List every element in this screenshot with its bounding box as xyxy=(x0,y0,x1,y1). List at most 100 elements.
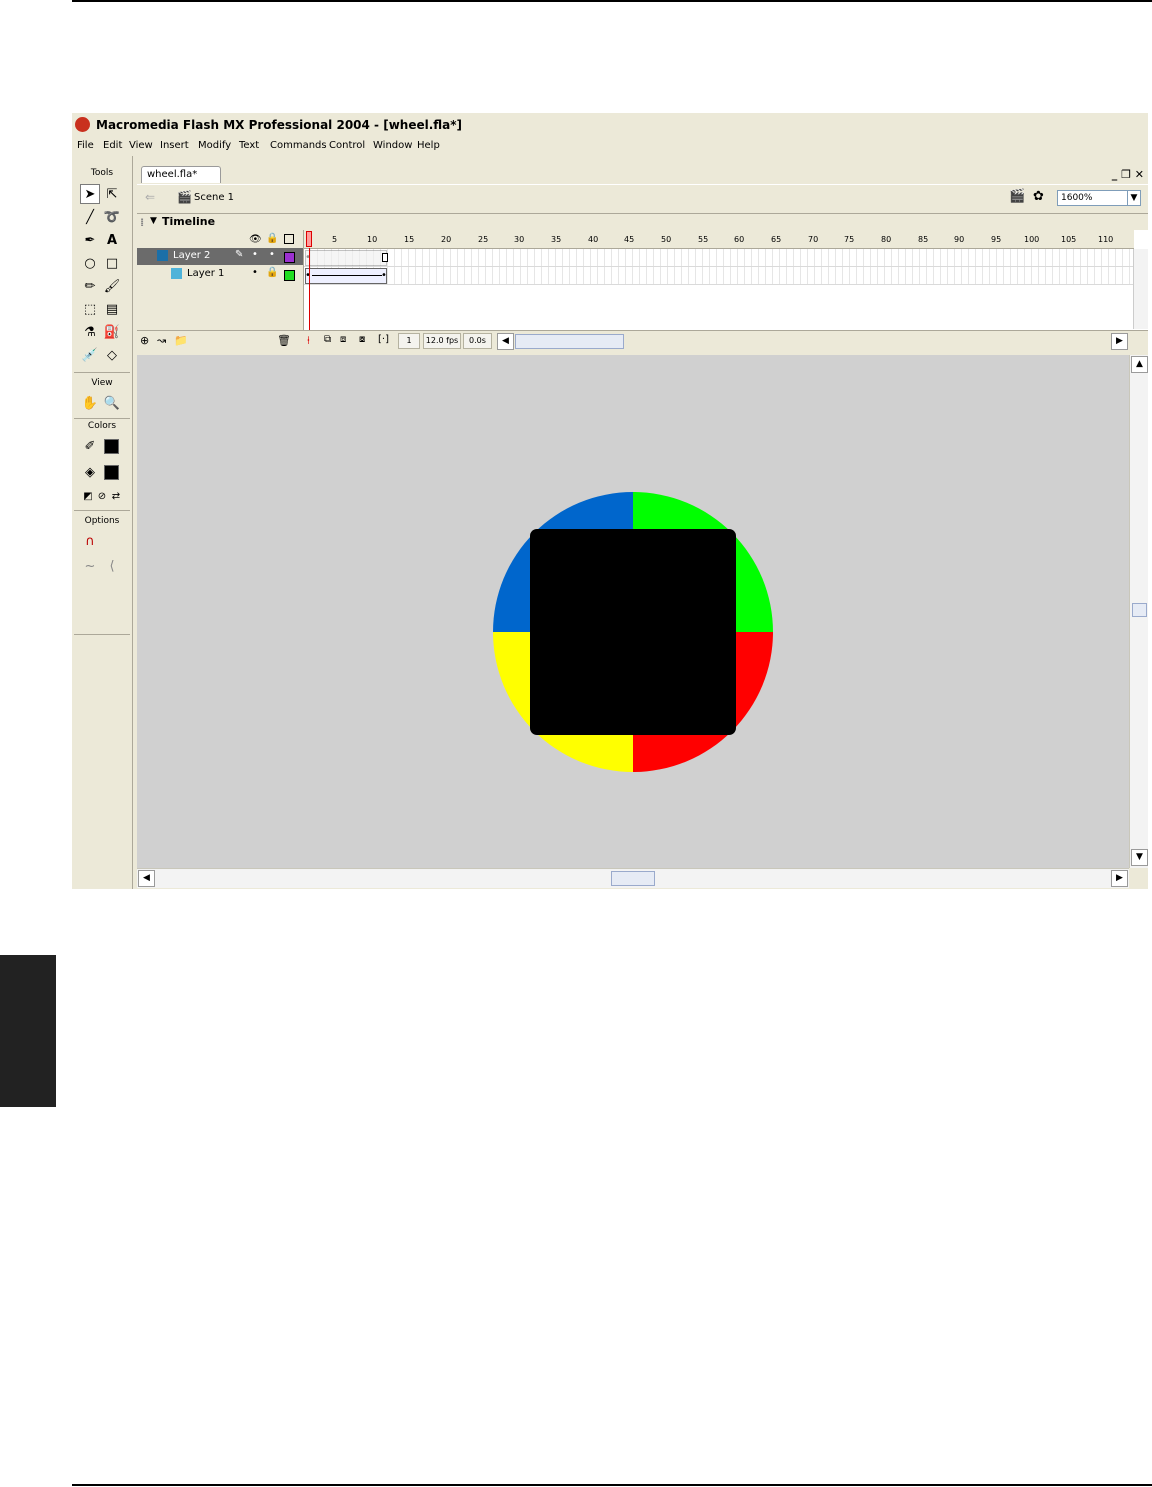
chevron-down-icon[interactable]: ▼ xyxy=(1131,849,1148,866)
eraser-tool-icon[interactable]: ◇ xyxy=(102,345,122,365)
chevron-right-icon[interactable]: ▶ xyxy=(1111,870,1128,887)
collapse-triangle-icon[interactable]: ▼ xyxy=(150,216,157,226)
menu-modify[interactable]: Modify xyxy=(198,140,231,151)
eyedropper-tool-icon[interactable]: 💉 xyxy=(80,345,100,365)
fill-transform-tool-icon[interactable]: ▤ xyxy=(102,299,122,319)
page-side-tab xyxy=(0,955,56,1107)
tools-panel: Tools ➤ ⇱ ╱ ➰ ✒ A ○ □ ✏ 🖌 ⬚ ▤ ⚗ ⛽ 💉 ◇ Vi… xyxy=(72,156,133,889)
menu-window[interactable]: Window xyxy=(373,140,412,151)
insert-folder-icon[interactable]: 📁 xyxy=(174,334,188,347)
frame-rate[interactable]: 12.0 fps xyxy=(423,333,461,349)
center-frame-icon[interactable]: ⍿ xyxy=(307,334,310,348)
stroke-color-icon[interactable]: ✐ xyxy=(80,436,100,456)
rectangle-tool-icon[interactable]: □ xyxy=(102,253,122,273)
unlocked-dot-icon[interactable]: • xyxy=(269,249,275,260)
trash-icon[interactable]: 🗑 xyxy=(277,334,291,347)
pen-tool-icon[interactable]: ✒ xyxy=(80,230,100,250)
paint-bucket-tool-icon[interactable]: ⛽ xyxy=(102,322,122,342)
horizontal-scroll-thumb[interactable] xyxy=(611,871,655,886)
layer-outline-color[interactable] xyxy=(284,270,295,281)
chevron-up-icon[interactable]: ▲ xyxy=(1131,356,1148,373)
frame-ruler[interactable]: 1 5 10 15 20 25 30 35 40 45 50 55 60 65 … xyxy=(304,230,1134,249)
ruler-number: 80 xyxy=(881,235,892,244)
lock-icon[interactable]: 🔒 xyxy=(266,267,278,278)
layer-type-icon xyxy=(171,268,182,279)
ruler-number: 55 xyxy=(698,235,709,244)
snap-magnet-icon[interactable]: ∩ xyxy=(80,531,100,551)
window-title: Macromedia Flash MX Professional 2004 - … xyxy=(96,118,463,132)
add-guide-layer-icon[interactable]: ↝ xyxy=(157,334,166,347)
menu-file[interactable]: File xyxy=(77,140,94,151)
arrow-tool-icon[interactable]: ➤ xyxy=(80,184,100,204)
edit-symbol-icon[interactable]: ✿ xyxy=(1033,189,1044,204)
edit-multiple-frames-icon[interactable]: ⧇ xyxy=(359,334,365,345)
oval-tool-icon[interactable]: ○ xyxy=(80,253,100,273)
stage-vertical-scrollbar[interactable]: ▲ ▼ xyxy=(1129,355,1148,868)
keyframe-dot-icon[interactable]: • xyxy=(381,270,387,281)
layer-row[interactable]: Layer 1 • 🔒 xyxy=(137,266,303,283)
menu-insert[interactable]: Insert xyxy=(160,140,189,151)
text-tool-icon[interactable]: A xyxy=(102,230,122,250)
smooth-icon[interactable]: ~ xyxy=(80,556,100,576)
menu-view[interactable]: View xyxy=(129,140,153,151)
visible-dot-icon[interactable]: • xyxy=(252,249,258,260)
fill-color-swatch[interactable] xyxy=(104,465,119,480)
brush-tool-icon[interactable]: 🖌 xyxy=(102,276,122,296)
fill-color-icon[interactable]: ◈ xyxy=(80,462,100,482)
menu-edit[interactable]: Edit xyxy=(103,140,122,151)
onion-skin-outlines-icon[interactable]: ⧈ xyxy=(340,334,346,345)
subselect-tool-icon[interactable]: ⇱ xyxy=(102,184,122,204)
stroke-color-swatch[interactable] xyxy=(104,439,119,454)
chevron-left-icon[interactable]: ◀ xyxy=(138,870,155,887)
insert-layer-icon[interactable]: ⊕ xyxy=(140,334,149,347)
tab-wheel-fla[interactable]: wheel.fla* xyxy=(141,166,221,183)
timeline-hscroll-thumb[interactable] xyxy=(515,334,624,349)
options-label: Options xyxy=(84,516,120,526)
straighten-icon[interactable]: ⟨ xyxy=(102,556,122,576)
hand-tool-icon[interactable]: ✋ xyxy=(80,393,100,413)
lock-icon[interactable]: 🔒 xyxy=(266,233,278,244)
outline-icon[interactable] xyxy=(284,234,294,244)
layer-outline-color[interactable] xyxy=(284,252,295,263)
pencil-tool-icon[interactable]: ✏ xyxy=(80,276,100,296)
menu-commands[interactable]: Commands xyxy=(270,140,327,151)
swap-colors-icon[interactable]: ⇄ xyxy=(106,486,126,506)
chevron-left-icon[interactable]: ◀ xyxy=(497,333,514,350)
menu-help[interactable]: Help xyxy=(417,140,440,151)
chevron-down-icon[interactable]: ▼ xyxy=(1127,190,1141,206)
lasso-tool-icon[interactable]: ➰ xyxy=(102,207,122,227)
playhead[interactable] xyxy=(306,231,312,247)
show-hide-eye-icon[interactable]: 👁 xyxy=(249,234,262,245)
keyframe-dot-icon[interactable]: • xyxy=(305,270,311,281)
black-square[interactable] xyxy=(530,529,736,735)
stage-canvas[interactable] xyxy=(137,355,1129,868)
line-tool-icon[interactable]: ╱ xyxy=(80,207,100,227)
layer-type-icon xyxy=(157,250,168,261)
layer-name[interactable]: Layer 1 xyxy=(187,268,224,279)
layer-2-frames[interactable]: • xyxy=(304,249,1134,267)
colors-label: Colors xyxy=(87,421,117,431)
stage-horizontal-scrollbar[interactable]: ◀ ▶ xyxy=(137,868,1129,888)
timeline-header[interactable]: ⁞ ▼ Timeline xyxy=(137,214,1148,230)
end-frame-icon[interactable] xyxy=(382,253,388,262)
edit-scene-icon[interactable]: 🎬 xyxy=(1009,189,1025,204)
timeline-vscroll[interactable] xyxy=(1133,249,1148,329)
chevron-right-icon[interactable]: ▶ xyxy=(1111,333,1128,350)
zoom-input[interactable]: 1600% xyxy=(1057,190,1130,206)
vertical-scroll-thumb[interactable] xyxy=(1132,603,1147,617)
scene-label[interactable]: Scene 1 xyxy=(194,192,234,203)
layer-name[interactable]: Layer 2 xyxy=(173,250,210,261)
document-window-controls[interactable]: _ ❐ ✕ xyxy=(1112,168,1144,181)
visible-dot-icon[interactable]: • xyxy=(252,267,258,278)
modify-markers-icon[interactable]: [·] xyxy=(378,334,389,345)
menu-text[interactable]: Text xyxy=(239,140,259,151)
onion-skin-icon[interactable]: ⧉ xyxy=(324,334,331,345)
free-transform-tool-icon[interactable]: ⬚ xyxy=(80,299,100,319)
layer-row[interactable]: Layer 2 ✎ • • xyxy=(137,248,303,265)
back-arrow-icon[interactable]: ⇐ xyxy=(145,190,155,204)
zoom-tool-icon[interactable]: 🔍 xyxy=(102,393,122,413)
layer-1-frames[interactable]: • • xyxy=(304,267,1134,285)
ink-bottle-tool-icon[interactable]: ⚗ xyxy=(80,322,100,342)
menu-control[interactable]: Control xyxy=(329,140,365,151)
view-label: View xyxy=(91,378,113,388)
